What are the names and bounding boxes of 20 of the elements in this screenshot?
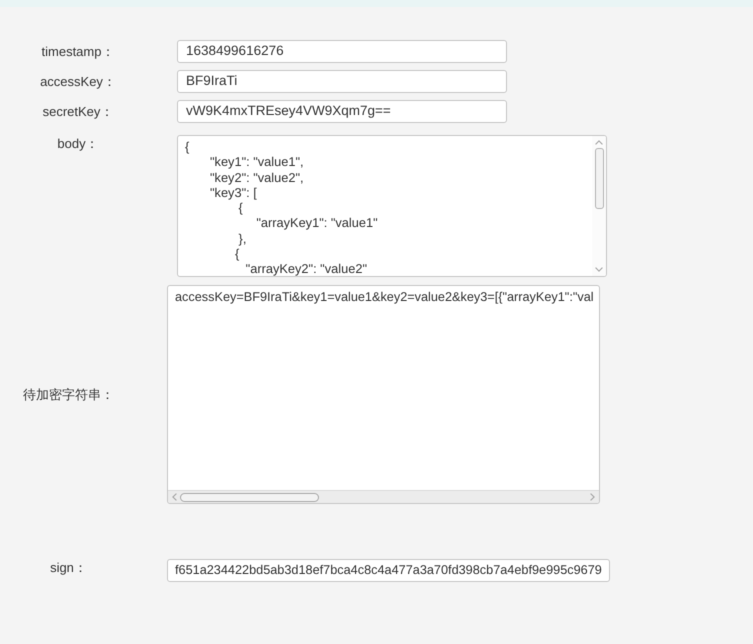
text-field[interactable]: 1638499616276 (177, 40, 507, 63)
horizontal-scrollbar[interactable] (168, 490, 599, 503)
field-label: secretKey： (42, 102, 114, 121)
field-label: sign： (50, 558, 87, 577)
caret-down-icon[interactable] (595, 267, 603, 272)
body-text-area[interactable]: { "key1": "value1", "key2": "value2", "key3": [ { "arrayKey1": "value1" }, { "arrayKey2": "value2" (177, 135, 607, 277)
field-label: 待加密字符串： (23, 386, 114, 404)
field-label: accessKey： (40, 72, 116, 91)
caret-up-icon[interactable] (595, 140, 603, 145)
field-label: timestamp： (42, 42, 114, 61)
field-label: body： (57, 135, 99, 153)
scrollbar-thumb[interactable] (180, 492, 319, 502)
text-field[interactable]: f651a234422bd5ab3d18ef7bca4c8c4a477a3a70fd398cb7a4ebf9e995c9679 (167, 559, 610, 582)
text-field[interactable]: vW9K4mxTREsey4VW9Xqm7g== (177, 100, 507, 123)
text-field[interactable]: BF9IraTi (177, 70, 507, 93)
vertical-scrollbar[interactable] (592, 136, 606, 276)
string-text-area[interactable]: accessKey=BF9IraTi&key1=value1&key2=value2&key3=[{"arrayKey1":"val (167, 285, 600, 504)
caret-left-icon[interactable] (172, 493, 177, 501)
caret-right-icon[interactable] (590, 493, 595, 501)
scrollbar-thumb[interactable] (594, 148, 604, 209)
